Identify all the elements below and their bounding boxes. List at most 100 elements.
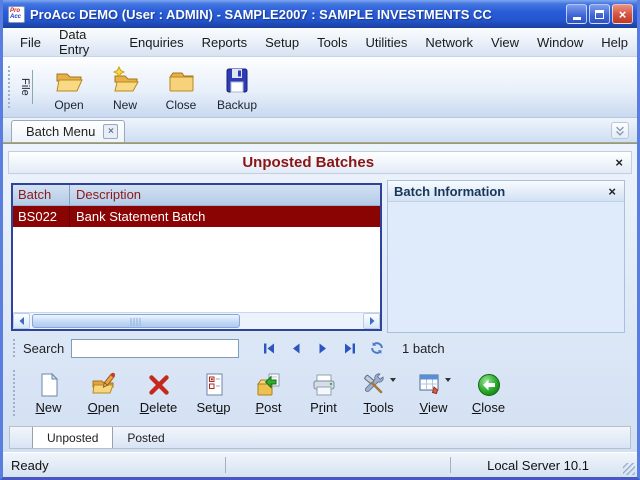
menu-help[interactable]: Help — [592, 30, 637, 55]
toolbar-button-label: Open — [54, 97, 84, 112]
new-folder-icon — [109, 65, 141, 97]
menu-tools[interactable]: Tools — [308, 30, 356, 55]
print-button[interactable]: Print — [296, 365, 351, 421]
menu-enquiries[interactable]: Enquiries — [120, 30, 192, 55]
post-batch-button[interactable]: Post — [241, 365, 296, 421]
batch-count: 1 batch — [402, 340, 445, 356]
status-bar: Ready Local Server 10.1 — [3, 452, 637, 477]
open-batch-button[interactable]: Open — [76, 365, 131, 421]
record-navigator — [255, 339, 390, 357]
menu-window[interactable]: Window — [528, 30, 592, 55]
tab-unposted[interactable]: Unposted — [32, 427, 114, 448]
batch-information-panel: Batch Information × — [387, 180, 625, 333]
column-header-batch[interactable]: Batch — [13, 185, 70, 205]
column-header-description[interactable]: Description — [70, 185, 380, 205]
tab-overflow-chevron-button[interactable] — [611, 122, 629, 139]
close-green-arrow-icon — [476, 372, 502, 398]
close-button[interactable]: × — [612, 4, 633, 24]
setup-batch-button[interactable]: Setup — [186, 365, 241, 421]
backup-button[interactable]: Backup — [209, 63, 265, 112]
close-folder-icon — [165, 65, 197, 97]
tab-label: Batch Menu — [26, 124, 96, 139]
toolbar-button-label: New — [112, 97, 137, 112]
tab-batch-menu[interactable]: Batch Menu × — [11, 120, 126, 142]
previous-record-button[interactable] — [282, 339, 309, 357]
tab-close-icon[interactable]: × — [103, 124, 119, 139]
close-company-button[interactable]: Close — [153, 63, 209, 112]
table-row[interactable]: BS022 Bank Statement Batch — [13, 206, 380, 227]
delete-batch-button[interactable]: Delete — [131, 365, 186, 421]
view-grid-icon — [417, 372, 443, 398]
scroll-left-arrow-icon — [19, 317, 24, 325]
cell-description: Bank Statement Batch — [76, 209, 206, 224]
scroll-right-button[interactable] — [363, 313, 380, 329]
backup-disk-icon — [221, 65, 253, 97]
tools-icon — [362, 372, 388, 398]
toolbar-group-label: File — [18, 70, 33, 104]
batch-table: Batch Description BS022 Bank Statement B… — [11, 183, 382, 331]
menu-view[interactable]: View — [482, 30, 528, 55]
open-company-button[interactable]: Open — [41, 63, 97, 112]
next-record-button[interactable] — [309, 339, 336, 357]
new-batch-button[interactable]: New — [21, 365, 76, 421]
page-title: Unposted Batches — [242, 154, 375, 171]
search-label: Search — [23, 340, 65, 356]
open-folder-icon — [53, 65, 85, 97]
search-bar: Search 1 batch — [9, 336, 631, 360]
status-divider — [225, 457, 226, 473]
status-ready: Ready — [11, 457, 49, 473]
searchbar-grip[interactable] — [13, 339, 15, 357]
tab-posted[interactable]: Posted — [113, 427, 178, 448]
menu-utilities[interactable]: Utilities — [356, 30, 416, 55]
horizontal-scrollbar[interactable] — [13, 312, 380, 329]
previous-record-icon — [292, 343, 299, 353]
thumb-grip-icon — [130, 318, 142, 326]
document-tab-bar: Batch Menu × — [3, 118, 637, 143]
first-record-button[interactable] — [255, 339, 282, 357]
table-header-row: Batch Description — [13, 185, 380, 206]
last-record-button[interactable] — [336, 339, 363, 357]
unposted-batches-header: Unposted Batches × — [8, 151, 632, 174]
file-toolbar: File Open New Close Backup — [3, 57, 637, 118]
status-server: Local Server 10.1 — [487, 457, 589, 473]
app-logo-icon: Pro Acc — [8, 5, 25, 23]
maximize-button[interactable] — [589, 4, 610, 24]
setup-checklist-icon — [201, 372, 227, 398]
app-logo-text: Acc — [10, 14, 22, 20]
section-close-icon[interactable]: × — [607, 155, 631, 170]
view-button[interactable]: View — [406, 365, 461, 421]
scrollbar-thumb[interactable] — [32, 314, 240, 328]
new-document-icon — [36, 372, 62, 398]
refresh-button[interactable] — [363, 339, 390, 357]
toolbar-grip[interactable] — [8, 66, 10, 108]
toolbar-button-label: Close — [165, 97, 197, 112]
menu-data-entry[interactable]: Data Entry — [50, 22, 120, 62]
scroll-left-button[interactable] — [13, 313, 30, 329]
open-edit-icon — [91, 372, 117, 398]
search-input[interactable] — [71, 338, 239, 358]
menu-network[interactable]: Network — [416, 30, 482, 55]
minimize-button[interactable] — [566, 4, 587, 24]
new-company-button[interactable]: New — [97, 63, 153, 112]
last-record-icon — [344, 343, 355, 353]
menu-setup[interactable]: Setup — [256, 30, 308, 55]
action-toolbar-grip[interactable] — [13, 370, 15, 416]
next-record-icon — [319, 343, 326, 353]
delete-x-icon — [146, 372, 172, 398]
dropdown-arrow-icon — [444, 377, 451, 385]
close-screen-button[interactable]: Close — [461, 365, 516, 421]
menu-reports[interactable]: Reports — [193, 30, 257, 55]
cell-batch: BS022 — [13, 206, 70, 227]
maximize-icon — [595, 9, 604, 19]
window-title: ProAcc DEMO (User : ADMIN) - SAMPLE2007 … — [30, 6, 492, 22]
refresh-icon — [370, 342, 383, 354]
menu-file[interactable]: File — [11, 30, 50, 55]
post-batch-icon — [256, 372, 282, 398]
panel-close-icon[interactable]: × — [600, 184, 624, 199]
tools-button[interactable]: Tools — [351, 365, 406, 421]
first-record-icon — [263, 343, 274, 353]
resize-grip-icon[interactable] — [623, 463, 635, 475]
panel-title: Batch Information — [394, 183, 506, 199]
minimize-icon — [572, 17, 581, 20]
menu-bar: File Data Entry Enquiries Reports Setup … — [3, 27, 637, 57]
